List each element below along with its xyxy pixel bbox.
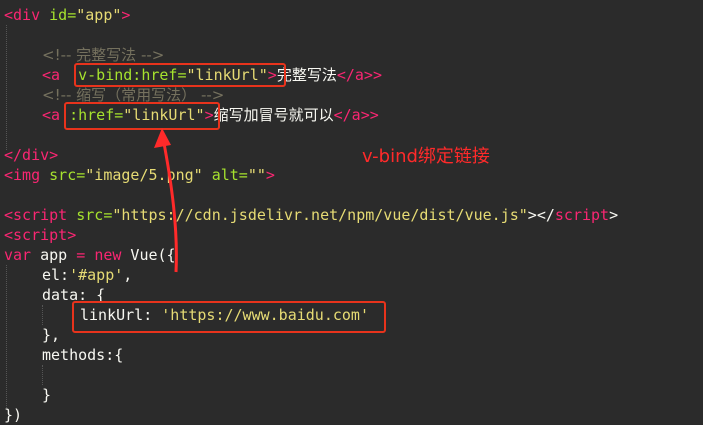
arrow-icon: [154, 128, 178, 273]
code-editor[interactable]: <div id="app"> <!-- 完整写法 --> <a v-bind:h…: [0, 0, 703, 424]
